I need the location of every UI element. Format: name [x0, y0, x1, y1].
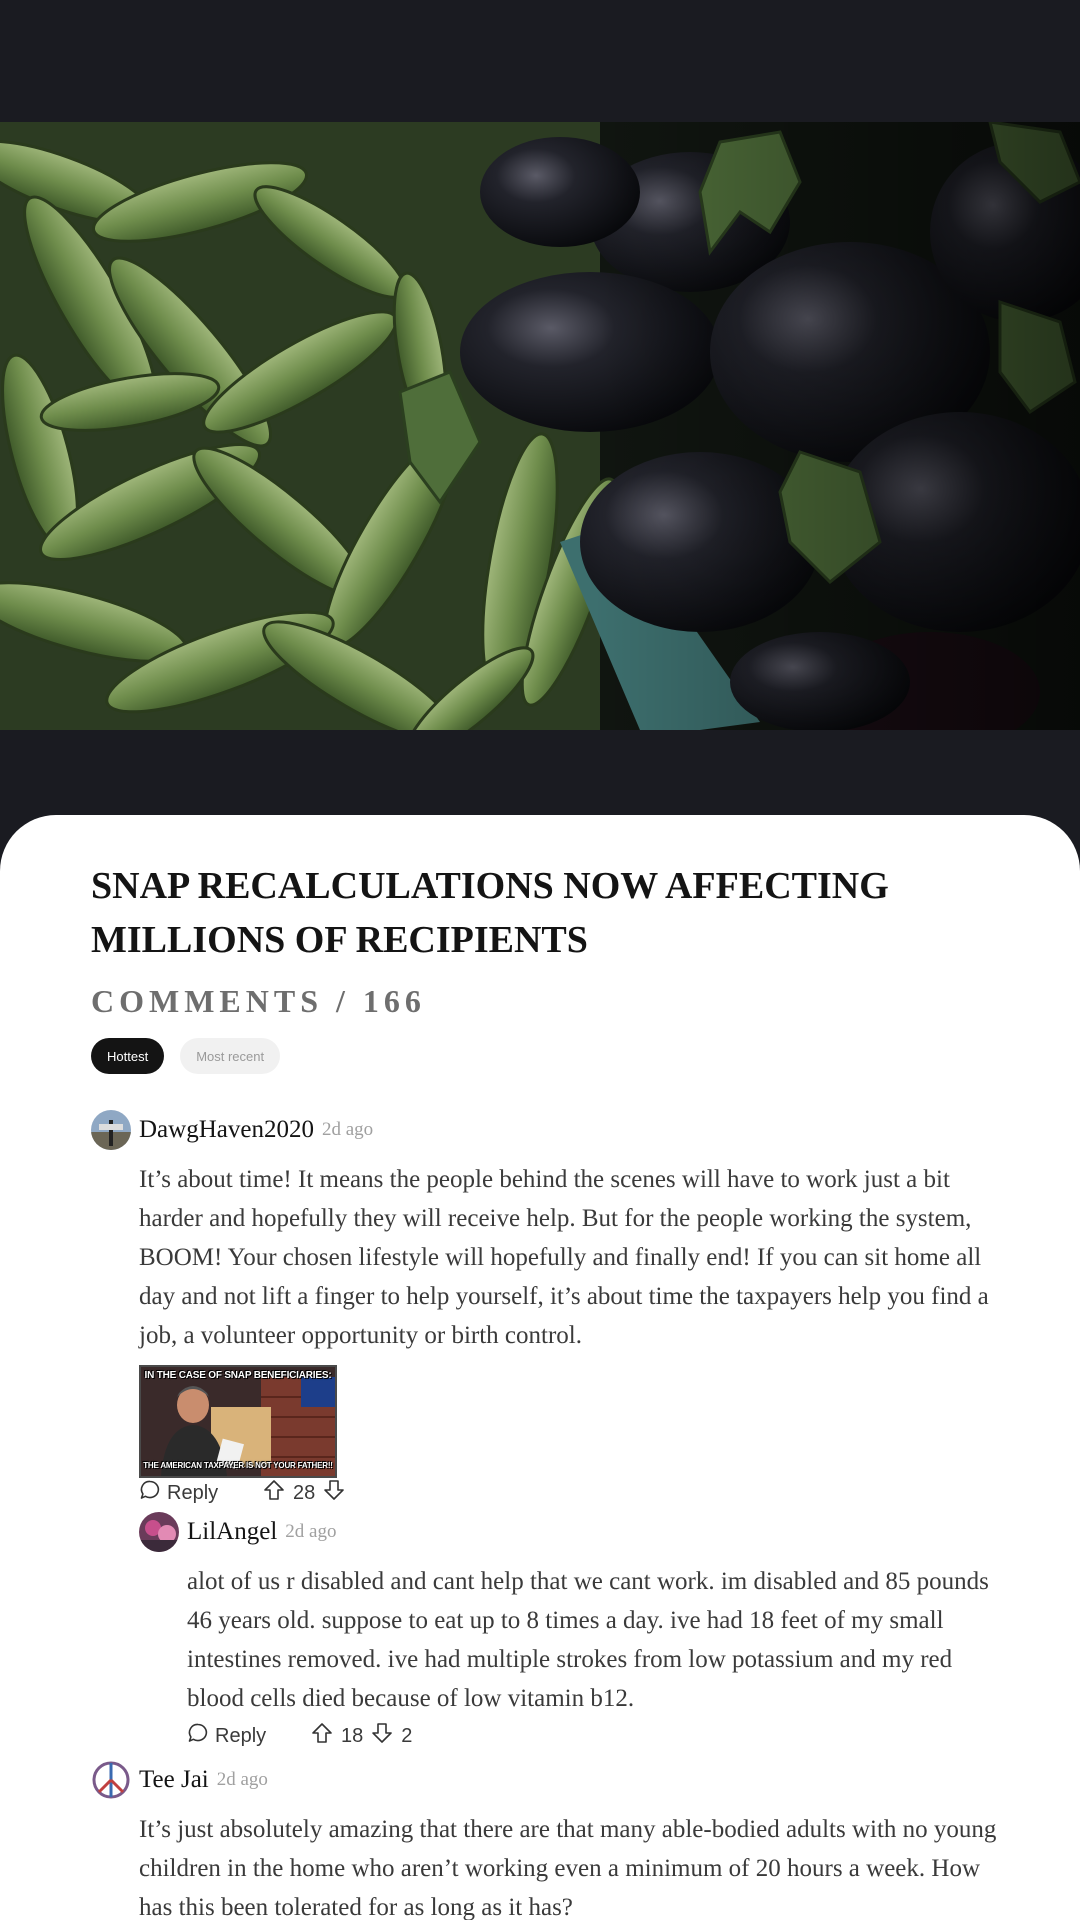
reply-button[interactable]: Reply	[139, 1479, 263, 1507]
comment-actions: Reply 18 2	[187, 1721, 1011, 1751]
comment-item: DawgHaven2020 2d ago It’s about time! It…	[91, 1110, 1011, 1508]
article-hero-image	[0, 122, 1080, 730]
sort-tabs: Hottest Most recent	[91, 1038, 281, 1074]
upvote-count: 18	[341, 1724, 364, 1747]
downvote-arrow-icon[interactable]	[323, 1479, 345, 1507]
meme-top-text: IN THE CASE OF SNAP BENEFICIARIES:	[144, 1370, 332, 1381]
speech-bubble-icon	[139, 1479, 161, 1507]
avatar[interactable]	[139, 1512, 179, 1552]
upvote-count: 28	[293, 1481, 316, 1504]
speech-bubble-icon	[187, 1722, 209, 1750]
comment-actions: Reply 28	[139, 1478, 1011, 1508]
vote-controls: 18 2	[311, 1722, 414, 1750]
meme-bottom-text: THE AMERICAN TAXPAYER IS NOT YOUR FATHER…	[143, 1461, 333, 1470]
comment-item: Tee Jai 2d ago It’s just absolutely amaz…	[91, 1760, 1011, 1920]
downvote-count: 2	[401, 1724, 413, 1747]
tab-hottest[interactable]: Hottest	[91, 1038, 165, 1074]
upvote-arrow-icon[interactable]	[311, 1722, 333, 1750]
reply-label: Reply	[215, 1724, 267, 1747]
reply-button[interactable]: Reply	[187, 1722, 311, 1750]
comment-timestamp: 2d ago	[285, 1521, 337, 1542]
comment-text: It’s just absolutely amazing that there …	[139, 1816, 997, 1920]
avatar[interactable]	[91, 1110, 131, 1150]
comments-count-heading: COMMENTS / 166	[91, 983, 426, 1019]
vote-controls: 28	[263, 1479, 355, 1507]
avatar[interactable]	[91, 1760, 131, 1800]
comment-username[interactable]: LilAngel	[187, 1518, 277, 1546]
tab-most-recent[interactable]: Most recent	[180, 1038, 281, 1074]
comment-timestamp: 2d ago	[321, 1119, 374, 1140]
upvote-arrow-icon[interactable]	[263, 1479, 285, 1507]
comment-meme-image[interactable]: IN THE CASE OF SNAP BENEFICIARIES: THE A…	[139, 1365, 337, 1478]
comment-username[interactable]: DawgHaven2020	[139, 1116, 314, 1144]
comment-username[interactable]: Tee Jai	[139, 1766, 209, 1794]
comment-text: It’s about time! It means the people beh…	[139, 1166, 989, 1349]
comment-timestamp: 2d ago	[216, 1769, 268, 1790]
reply-label: Reply	[167, 1481, 219, 1504]
reply-comment-item: LilAngel 2d ago alot of us r disabled an…	[139, 1512, 1011, 1751]
article-title: SNAP RECALCULATIONS NOW AFFECTING MILLIO…	[91, 865, 889, 961]
comments-card: SNAP RECALCULATIONS NOW AFFECTING MILLIO…	[0, 815, 1080, 1920]
downvote-arrow-icon[interactable]	[371, 1722, 393, 1750]
comment-text: alot of us r disabled and cant help that…	[187, 1568, 989, 1712]
